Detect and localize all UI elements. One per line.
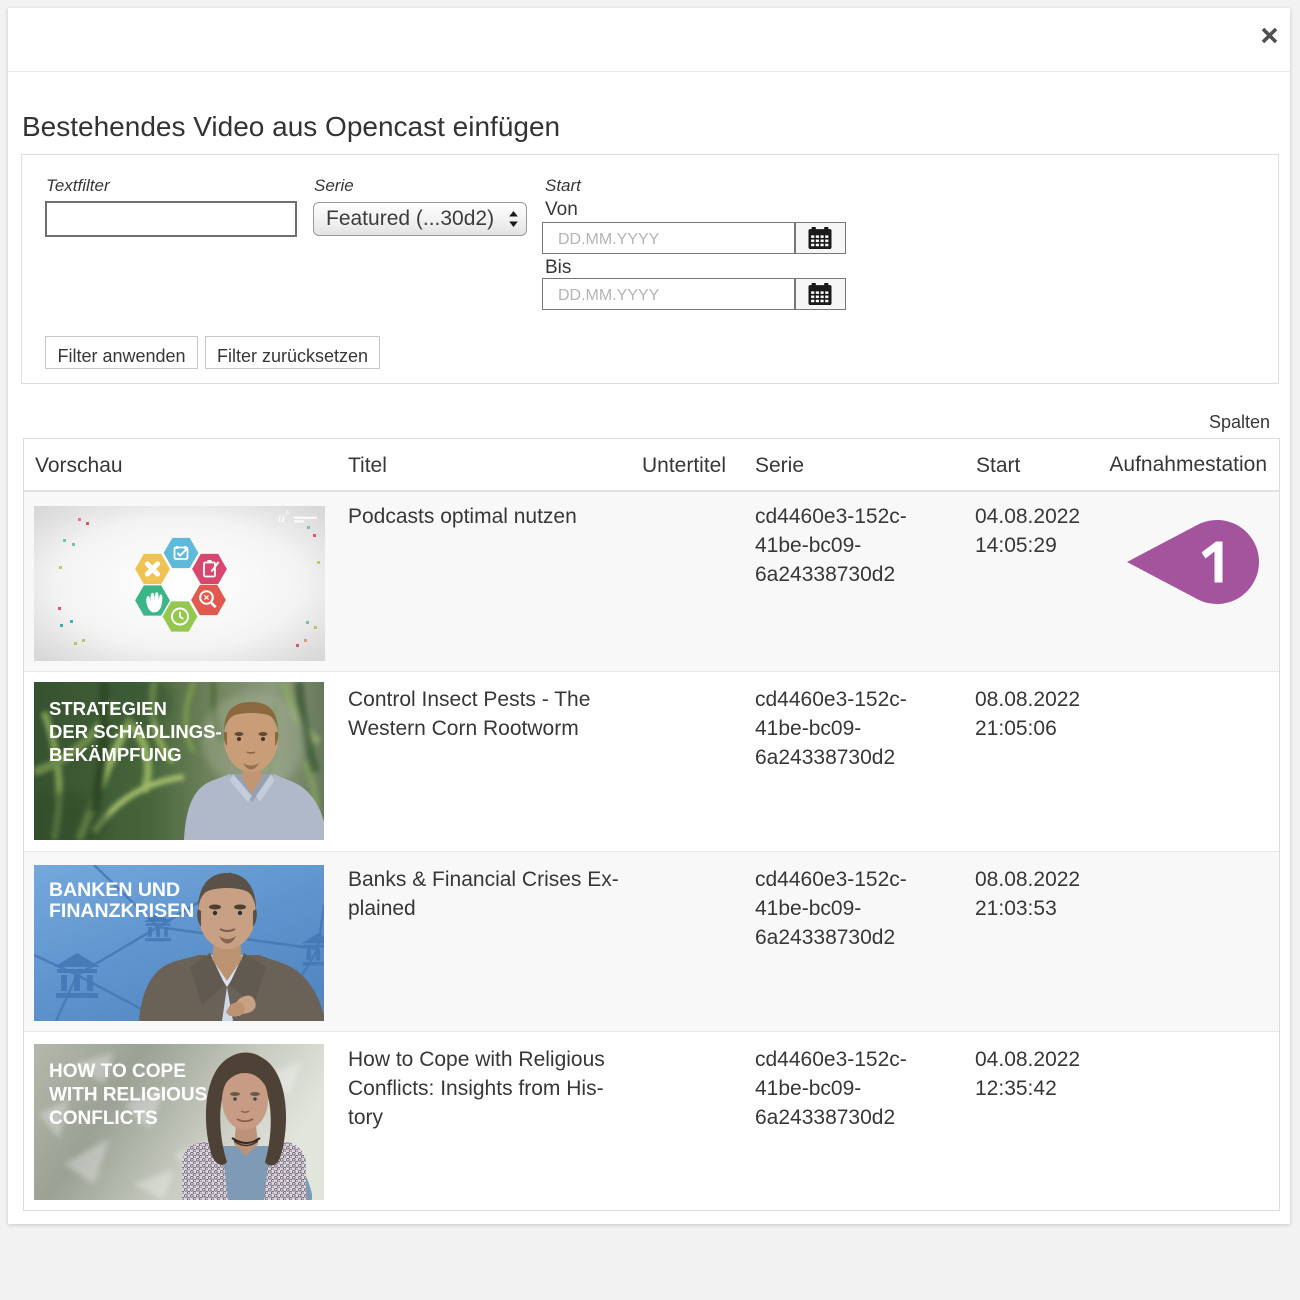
svg-text:WITH RELIGIOUS: WITH RELIGIOUS	[49, 1085, 207, 1106]
svg-text:HOW TO COPE: HOW TO COPE	[49, 1061, 186, 1082]
svg-text:b: b	[286, 509, 290, 517]
svg-text:DER SCHÄDLINGS-: DER SCHÄDLINGS-	[49, 721, 222, 742]
svg-text:FINANZKRISEN: FINANZKRISEN	[49, 900, 194, 922]
svg-text:STRATEGIEN: STRATEGIEN	[49, 698, 167, 719]
svg-text:BEKÄMPFUNG: BEKÄMPFUNG	[49, 744, 182, 765]
svg-text:CONFLICTS: CONFLICTS	[49, 1108, 158, 1129]
svg-text:u: u	[278, 511, 285, 526]
svg-text:BANKEN UND: BANKEN UND	[49, 879, 180, 901]
